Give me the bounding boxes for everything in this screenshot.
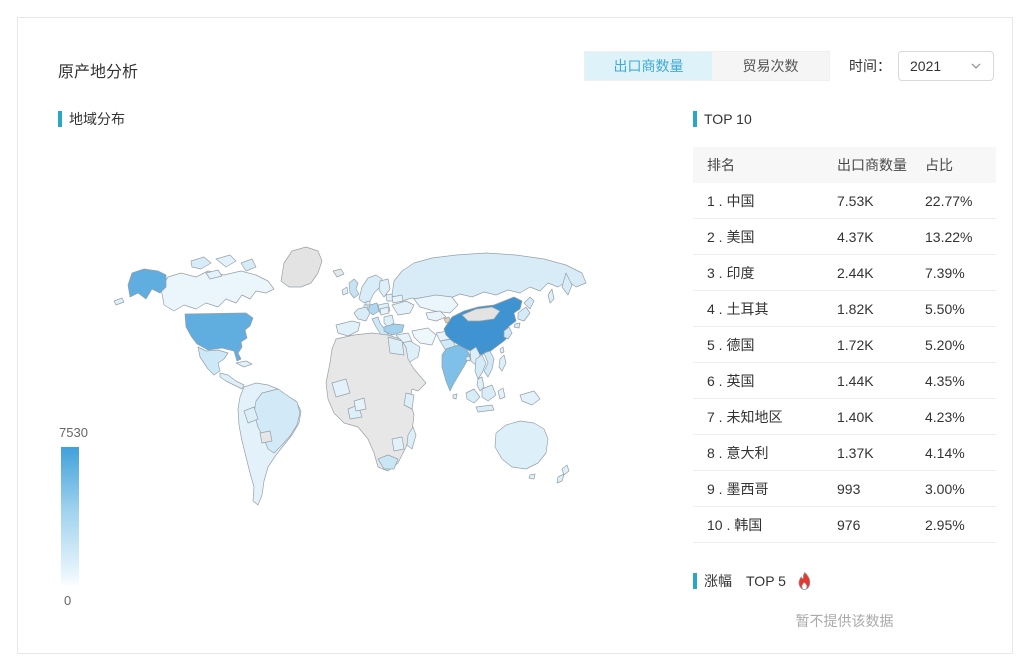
time-filter: 时间： 2021 (849, 51, 891, 81)
row-share: 5.50% (925, 301, 997, 317)
row-value: 4.37K (837, 229, 925, 245)
world-map[interactable] (96, 243, 656, 565)
year-select-value: 2021 (910, 58, 970, 74)
row-rank-name: 2 . 美国 (707, 227, 837, 247)
section-marker (693, 573, 697, 589)
row-share: 4.35% (925, 373, 997, 389)
legend-min-label: 0 (64, 593, 98, 608)
row-rank-name: 4 . 土耳其 (707, 299, 837, 319)
tab-trade-count[interactable]: 贸易次数 (712, 52, 829, 80)
row-share: 3.00% (925, 481, 997, 497)
page-title: 原产地分析 (58, 58, 138, 82)
map-region-australia (495, 421, 548, 469)
map-section-label: 地域分布 (69, 109, 125, 129)
map-region-russia (392, 253, 586, 301)
table-row: 8 . 意大利 1.37K 4.14% (693, 435, 996, 471)
time-filter-label: 时间： (849, 56, 891, 76)
metric-tabs: 出口商数量 贸易次数 (584, 51, 830, 81)
table-row: 1 . 中国 7.53K 22.77% (693, 183, 996, 219)
section-marker (693, 111, 697, 127)
row-rank-name: 8 . 意大利 (707, 443, 837, 463)
year-select[interactable]: 2021 (898, 51, 994, 81)
row-value: 1.40K (837, 409, 925, 425)
growth-section-label: 涨幅TOP 5 (704, 571, 786, 591)
table-row: 2 . 美国 4.37K 13.22% (693, 219, 996, 255)
table-header-row: 排名 出口商数量 占比 (693, 147, 996, 183)
row-rank-name: 1 . 中国 (707, 191, 837, 211)
row-share: 4.14% (925, 445, 997, 461)
map-region-greenland (281, 247, 322, 287)
top10-table: 排名 出口商数量 占比 1 . 中国 7.53K 22.77% 2 . 美国 4… (693, 147, 996, 543)
row-share: 13.22% (925, 229, 997, 245)
legend-gradient-bar (61, 447, 79, 587)
row-value: 993 (837, 481, 925, 497)
row-rank-name: 3 . 印度 (707, 263, 837, 283)
table-row: 4 . 土耳其 1.82K 5.50% (693, 291, 996, 327)
row-share: 4.23% (925, 409, 997, 425)
top10-section-label: TOP 10 (704, 111, 752, 127)
map-legend: 7530 0 (58, 425, 98, 608)
row-share: 7.39% (925, 265, 997, 281)
map-region-alaska[interactable] (128, 269, 166, 299)
map-region-mongolia (462, 307, 500, 321)
table-row: 6 . 英国 1.44K 4.35% (693, 363, 996, 399)
section-marker (58, 111, 62, 127)
row-rank-name: 9 . 墨西哥 (707, 479, 837, 499)
row-rank-name: 5 . 德国 (707, 335, 837, 355)
table-row: 5 . 德国 1.72K 5.20% (693, 327, 996, 363)
row-value: 2.44K (837, 265, 925, 281)
row-rank-name: 6 . 英国 (707, 371, 837, 391)
origin-analysis-page: 原产地分析 出口商数量 贸易次数 时间： 2021 地域分布 (0, 0, 1030, 671)
chevron-down-icon (970, 60, 982, 72)
row-share: 22.77% (925, 193, 997, 209)
row-value: 1.37K (837, 445, 925, 461)
map-region-uk[interactable] (349, 279, 359, 298)
row-share: 2.95% (925, 517, 997, 533)
header-rank: 排名 (707, 155, 837, 175)
header-share: 占比 (925, 155, 997, 175)
top10-section-title: TOP 10 (693, 111, 752, 127)
row-value: 1.82K (837, 301, 925, 317)
row-value: 1.72K (837, 337, 925, 353)
flame-icon (796, 572, 813, 591)
empty-state-text: 暂不提供该数据 (693, 611, 996, 631)
header-exporter-count: 出口商数量 (837, 155, 925, 175)
map-region-mexico[interactable] (198, 347, 228, 375)
map-region-france (354, 307, 370, 321)
map-region-spain (336, 321, 360, 336)
origin-analysis-card: 原产地分析 出口商数量 贸易次数 时间： 2021 地域分布 (17, 17, 1013, 654)
legend-max-label: 7530 (59, 425, 98, 440)
row-value: 976 (837, 517, 925, 533)
row-share: 5.20% (925, 337, 997, 353)
map-section-title: 地域分布 (58, 111, 125, 127)
map-region-india[interactable] (442, 345, 470, 391)
growth-section-title: 涨幅TOP 5 (693, 573, 813, 589)
row-value: 1.44K (837, 373, 925, 389)
table-row: 10 . 韩国 976 2.95% (693, 507, 996, 543)
table-row: 3 . 印度 2.44K 7.39% (693, 255, 996, 291)
row-value: 7.53K (837, 193, 925, 209)
table-row: 9 . 墨西哥 993 3.00% (693, 471, 996, 507)
table-row: 7 . 未知地区 1.40K 4.23% (693, 399, 996, 435)
row-rank-name: 7 . 未知地区 (707, 407, 837, 427)
tab-exporter-count[interactable]: 出口商数量 (585, 52, 712, 80)
row-rank-name: 10 . 韩国 (707, 515, 837, 535)
